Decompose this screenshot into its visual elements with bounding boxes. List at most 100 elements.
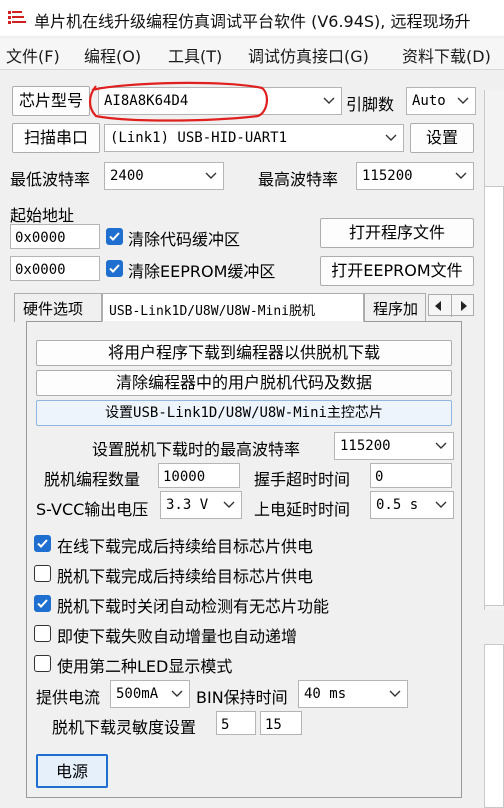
max-baud-value: 115200 [362,168,413,184]
supply-current-select[interactable]: 500mA [110,680,190,708]
port-value: (Link1) USB-HID-UART1 [110,130,288,146]
power-delay-value: 0.5 s [376,497,419,513]
open-eeprom-file-button[interactable]: 打开EEPROM文件 [320,256,474,286]
svcc-voltage-select[interactable]: 3.3 V [160,491,242,519]
svcc-voltage-label: S-VCC输出电压 [36,500,149,519]
offline-count-input[interactable]: 10000 [158,463,240,488]
offline-count-label: 脱机编程数量 [44,470,141,489]
chip-model-button[interactable]: 芯片型号 [12,86,90,116]
auto-increment-on-fail-checkbox[interactable] [34,625,51,642]
chevron-down-icon [223,501,235,508]
eeprom-address-input[interactable]: 0x0000 [10,256,100,281]
start-address-label: 起始地址 [10,206,75,225]
arrow-left-icon[interactable] [433,300,443,312]
chevron-down-icon [205,172,217,179]
supply-current-label: 提供电流 [36,688,101,707]
chevron-down-icon [389,690,401,697]
offline-max-baud-select[interactable]: 115200 [334,432,454,460]
offline-max-baud-value: 115200 [340,438,391,454]
download-to-programmer-button[interactable]: 将用户程序下载到编程器以供脱机下载 [36,340,452,366]
menu-program[interactable]: 编程(O) [84,43,141,67]
chevron-down-icon [455,172,467,179]
handshake-timeout-input[interactable]: 0 [370,463,452,488]
min-baud-value: 2400 [110,168,144,184]
power-delay-select[interactable]: 0.5 s [370,491,454,519]
code-address-value: 0x0000 [15,230,66,246]
chevron-down-icon [457,97,469,104]
setup-master-chip-button[interactable]: 设置USB-Link1D/U8W/U8W-Mini主控芯片 [36,400,452,426]
power-delay-label: 上电延时时间 [254,500,351,519]
online-keep-power-label: 在线下载完成后持续给目标芯片供电 [57,537,314,556]
chevron-down-icon [435,442,447,449]
bin-hold-time-label: BIN保持时间 [196,688,288,707]
code-address-input[interactable]: 0x0000 [10,224,100,249]
tab-scroller [428,294,474,317]
right-panel-box-lower [484,644,504,808]
menu-file[interactable]: 文件(F) [6,43,60,67]
arrow-right-icon[interactable] [459,300,469,312]
open-program-file-button[interactable]: 打开程序文件 [320,218,474,248]
tab-program-encrypt-label: 程序加 [373,300,419,318]
svcc-voltage-value: 3.3 V [166,497,209,513]
check-icon [37,539,48,548]
right-panel-box [484,186,504,606]
max-baud-select[interactable]: 115200 [356,162,474,190]
second-led-mode-checkbox[interactable] [34,655,51,672]
min-baud-label: 最低波特率 [10,170,91,189]
handshake-timeout-value: 0 [375,469,384,485]
download-sensitivity-label: 脱机下载灵敏度设置 [52,718,197,737]
check-icon [109,232,120,241]
menu-debug-interface[interactable]: 调试仿真接口(G) [248,43,369,67]
pins-label: 引脚数 [346,95,395,114]
port-select[interactable]: (Link1) USB-HID-UART1 [104,124,404,152]
chevron-down-icon [385,134,397,141]
clear-code-buffer-label: 清除代码缓冲区 [128,230,241,249]
online-keep-power-checkbox[interactable] [34,535,51,552]
clear-code-buffer-checkbox[interactable] [106,228,123,245]
scan-port-button[interactable]: 扫描串口 [12,123,100,153]
tab-program-encrypt[interactable]: 程序加 [364,293,426,322]
check-icon [109,264,120,273]
min-baud-select[interactable]: 2400 [104,162,224,190]
menu-tools[interactable]: 工具(T) [168,43,222,67]
offline-keep-power-checkbox[interactable] [34,565,51,582]
window-title: 单片机在线升级编程仿真调试平台软件 (V6.94S), 远程现场升 [34,12,471,31]
sensitivity-b-value: 15 [265,717,282,733]
tab-hardware-options[interactable]: 硬件选项 [14,293,102,322]
second-led-mode-label: 使用第二种LED显示模式 [57,657,233,676]
disable-chip-detect-checkbox[interactable] [34,595,51,612]
clear-offline-code-button[interactable]: 清除编程器中的用户脱机代码及数据 [36,370,452,396]
power-button[interactable]: 电源 [36,754,108,788]
sensitivity-a-value: 5 [221,717,230,733]
menu-bar: 文件(F) 编程(O) 工具(T) 调试仿真接口(G) 资料下载(D) [0,38,504,70]
tab-offline-label: USB-Link1D/U8W/U8W-Mini脱机 [109,304,316,319]
sensitivity-b-input[interactable]: 15 [260,711,302,735]
tab-hardware-options-label: 硬件选项 [23,300,84,318]
chevron-down-icon [171,690,183,697]
red-annotation-circle [88,81,268,122]
supply-current-value: 500mA [116,686,159,702]
offline-keep-power-label: 脱机下载完成后持续给目标芯片供电 [57,567,314,586]
bin-hold-time-value: 40 ms [304,686,347,702]
tab-offline[interactable]: USB-Link1D/U8W/U8W-Mini脱机 [102,293,364,322]
offline-max-baud-label: 设置脱机下载时的最高波特率 [92,440,301,459]
sensitivity-a-input[interactable]: 5 [216,711,256,735]
offline-count-value: 10000 [163,469,206,485]
pins-select[interactable]: Auto [406,87,476,115]
disable-chip-detect-label: 脱机下载时关闭自动检测有无芯片功能 [57,597,330,616]
chevron-down-icon [323,97,335,104]
chevron-down-icon [435,501,447,508]
app-icon [8,11,26,24]
handshake-timeout-label: 握手超时时间 [254,470,351,489]
max-baud-label: 最高波特率 [258,170,339,189]
check-icon [37,599,48,608]
title-bar: 单片机在线升级编程仿真调试平台软件 (V6.94S), 远程现场升 [0,0,504,36]
menu-downloads[interactable]: 资料下载(D) [402,43,491,67]
port-settings-button[interactable]: 设置 [410,123,474,153]
eeprom-address-value: 0x0000 [15,262,66,278]
auto-increment-on-fail-label: 即使下载失败自动增量也自动递增 [57,627,298,646]
clear-eeprom-buffer-checkbox[interactable] [106,260,123,277]
pins-value: Auto [412,93,446,109]
clear-eeprom-buffer-label: 清除EEPROM缓冲区 [128,262,276,281]
bin-hold-time-select[interactable]: 40 ms [298,680,408,708]
